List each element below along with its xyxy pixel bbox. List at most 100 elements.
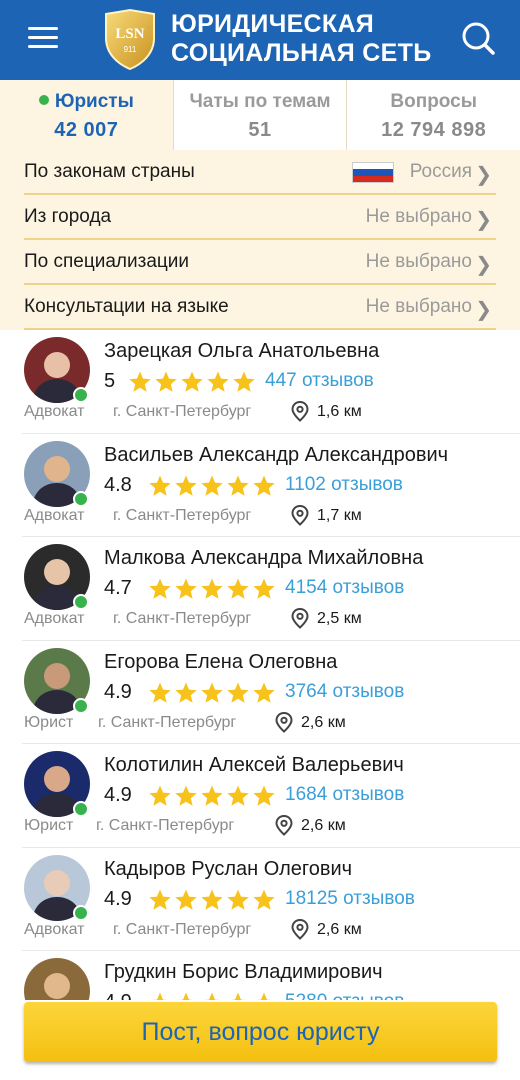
rating-value: 4.7 <box>104 577 132 599</box>
avatar <box>24 958 90 1000</box>
star-icon <box>201 475 223 496</box>
lawyer-card[interactable]: Грудкин Борис Владимирович 4.9 5280 отзыво… <box>22 951 520 1000</box>
filter-value: Россия <box>409 160 472 182</box>
reviews-link[interactable]: 4154 отзывов <box>285 577 404 599</box>
lawyer-name[interactable]: Колотилин Алексей Валерьевич <box>104 754 404 777</box>
filter-value: Не выбрано <box>365 250 472 272</box>
lawyer-card[interactable]: Зарецкая Ольга Анатольевна 5 447 отзывов Ад… <box>22 330 520 434</box>
online-status-dot <box>73 594 89 610</box>
star-icon <box>181 371 203 392</box>
reviews-link[interactable]: 3764 отзывов <box>285 681 404 703</box>
star-icon <box>229 992 247 1000</box>
star-icon <box>175 682 197 703</box>
lawyer-role: Юрист <box>24 713 74 731</box>
reviews-link[interactable]: 5280 отзывов <box>285 991 404 1000</box>
lawyer-city: г. Санкт-Петербург <box>113 506 252 524</box>
logo-subtext: 911 <box>124 45 137 54</box>
star-icon <box>227 785 249 806</box>
lawyer-card[interactable]: Колотилин Алексей Валерьевич 4.9 1684 отзы… <box>22 744 520 848</box>
star-icon <box>207 371 229 392</box>
lawyer-city: г. Санкт-Петербург <box>98 713 237 731</box>
online-status-dot <box>73 697 89 714</box>
chevron-right-icon: ❯ <box>475 254 492 276</box>
rating-value: 4.9 <box>104 784 132 806</box>
rating-stars <box>148 681 276 705</box>
rating-stars <box>128 370 256 394</box>
star-icon <box>149 682 171 703</box>
tab-count: 12 794 898 <box>381 119 487 141</box>
star-icon <box>151 992 169 1000</box>
tab-label: Чаты по темам <box>189 91 331 112</box>
location-pin-icon <box>291 607 309 629</box>
filter-city[interactable]: Из города Не выбрано ❯ <box>24 195 496 240</box>
filter-value: Не выбрано <box>365 205 472 227</box>
menu-icon[interactable] <box>28 27 58 51</box>
lawyer-distance: 1,7 км <box>317 506 362 524</box>
star-icon <box>253 475 275 496</box>
filter-country[interactable]: По законам страны Россия ❯ <box>24 150 496 195</box>
star-icon <box>149 578 171 599</box>
lawyer-card[interactable]: Егорова Елена Олеговна 4.9 3764 отзывов Юри… <box>22 641 520 744</box>
star-icon <box>253 578 275 599</box>
star-icon <box>227 889 249 910</box>
app-header: LSN 911 ЮРИДИЧЕСКАЯ СОЦИАЛЬНАЯ СЕТЬ <box>0 0 520 80</box>
lawyer-card[interactable]: Васильев Александр Александрович 4.8 1102 … <box>22 434 520 537</box>
lawyer-distance: 2,6 км <box>301 817 346 834</box>
star-icon <box>175 785 197 806</box>
star-icon <box>203 992 221 1000</box>
online-dot <box>38 95 49 105</box>
location-pin-icon <box>275 814 293 836</box>
tab-count: 42 007 <box>54 119 119 141</box>
rating-value: 4.9 <box>104 680 132 703</box>
lawyer-card[interactable]: Кадыров Руслан Олегович 4.9 18125 отзывов А… <box>22 848 520 951</box>
lawyer-name[interactable]: Васильев Александр Александрович <box>104 444 448 467</box>
star-icon <box>227 475 249 496</box>
ask-lawyer-button[interactable]: Пост, вопрос юристу <box>24 1002 497 1062</box>
reviews-link[interactable]: 1102 отзывов <box>285 474 403 496</box>
star-icon <box>227 682 249 703</box>
location-pin-icon <box>275 711 293 733</box>
star-icon <box>149 785 171 806</box>
rating-stars <box>148 474 276 498</box>
lawyer-name[interactable]: Зарецкая Ольга Анатольевна <box>104 340 379 363</box>
star-icon <box>175 475 197 496</box>
tab-label: Юристы <box>54 91 134 112</box>
reviews-link[interactable]: 1684 отзывов <box>285 784 404 806</box>
brand-line-1: ЮРИДИЧЕСКАЯ <box>171 10 375 38</box>
search-icon[interactable] <box>460 20 496 56</box>
tab-topic-chats[interactable]: Чаты по темам 51 <box>172 80 347 150</box>
lawyer-city: г. Санкт-Петербург <box>113 403 252 420</box>
lawyer-distance: 2,6 км <box>317 920 362 938</box>
filter-language[interactable]: Консультации на языке Не выбрано ❯ <box>24 285 496 330</box>
lawyer-name[interactable]: Грудкин Борис Владимирович <box>104 961 383 984</box>
lawyer-card[interactable]: Малкова Александра Михайловна 4.7 4154 отз… <box>22 537 520 641</box>
bottom-bar: Пост, вопрос юристу <box>0 1000 520 1080</box>
star-icon <box>155 371 177 392</box>
lawyer-distance: 2,6 км <box>301 713 346 731</box>
lawyer-name[interactable]: Малкова Александра Михайловна <box>104 547 423 570</box>
brand-title: ЮРИДИЧЕСКАЯ СОЦИАЛЬНАЯ СЕТЬ <box>171 10 431 68</box>
lsn-logo: LSN 911 <box>105 8 155 70</box>
reviews-link[interactable]: 18125 отзывов <box>285 888 415 910</box>
filters-panel: По законам страны Россия ❯ Из города Не … <box>0 150 520 330</box>
lawyer-role: Адвокат <box>24 920 85 938</box>
rating-value: 4.8 <box>104 473 132 496</box>
online-status-dot <box>73 801 89 817</box>
star-icon <box>255 992 273 1000</box>
rating-stars <box>148 888 276 912</box>
location-pin-icon <box>291 918 309 940</box>
lawyer-name[interactable]: Егорова Елена Олеговна <box>104 651 337 674</box>
filter-specialization[interactable]: По специализации Не выбрано ❯ <box>24 240 496 285</box>
lawyer-role: Адвокат <box>24 506 85 524</box>
lawyer-name[interactable]: Кадыров Руслан Олегович <box>104 858 352 881</box>
tab-lawyers[interactable]: Юристы 42 007 <box>0 80 173 150</box>
star-icon <box>233 371 255 392</box>
lawyer-city: г. Санкт-Петербург <box>96 817 235 834</box>
reviews-link[interactable]: 447 отзывов <box>265 370 374 392</box>
star-icon <box>201 889 223 910</box>
star-icon <box>175 578 197 599</box>
rating-stars <box>148 991 276 1000</box>
tab-questions[interactable]: Вопросы 12 794 898 <box>346 80 520 150</box>
filter-label: Консультации на языке <box>24 295 229 317</box>
tab-label: Вопросы <box>390 91 477 112</box>
